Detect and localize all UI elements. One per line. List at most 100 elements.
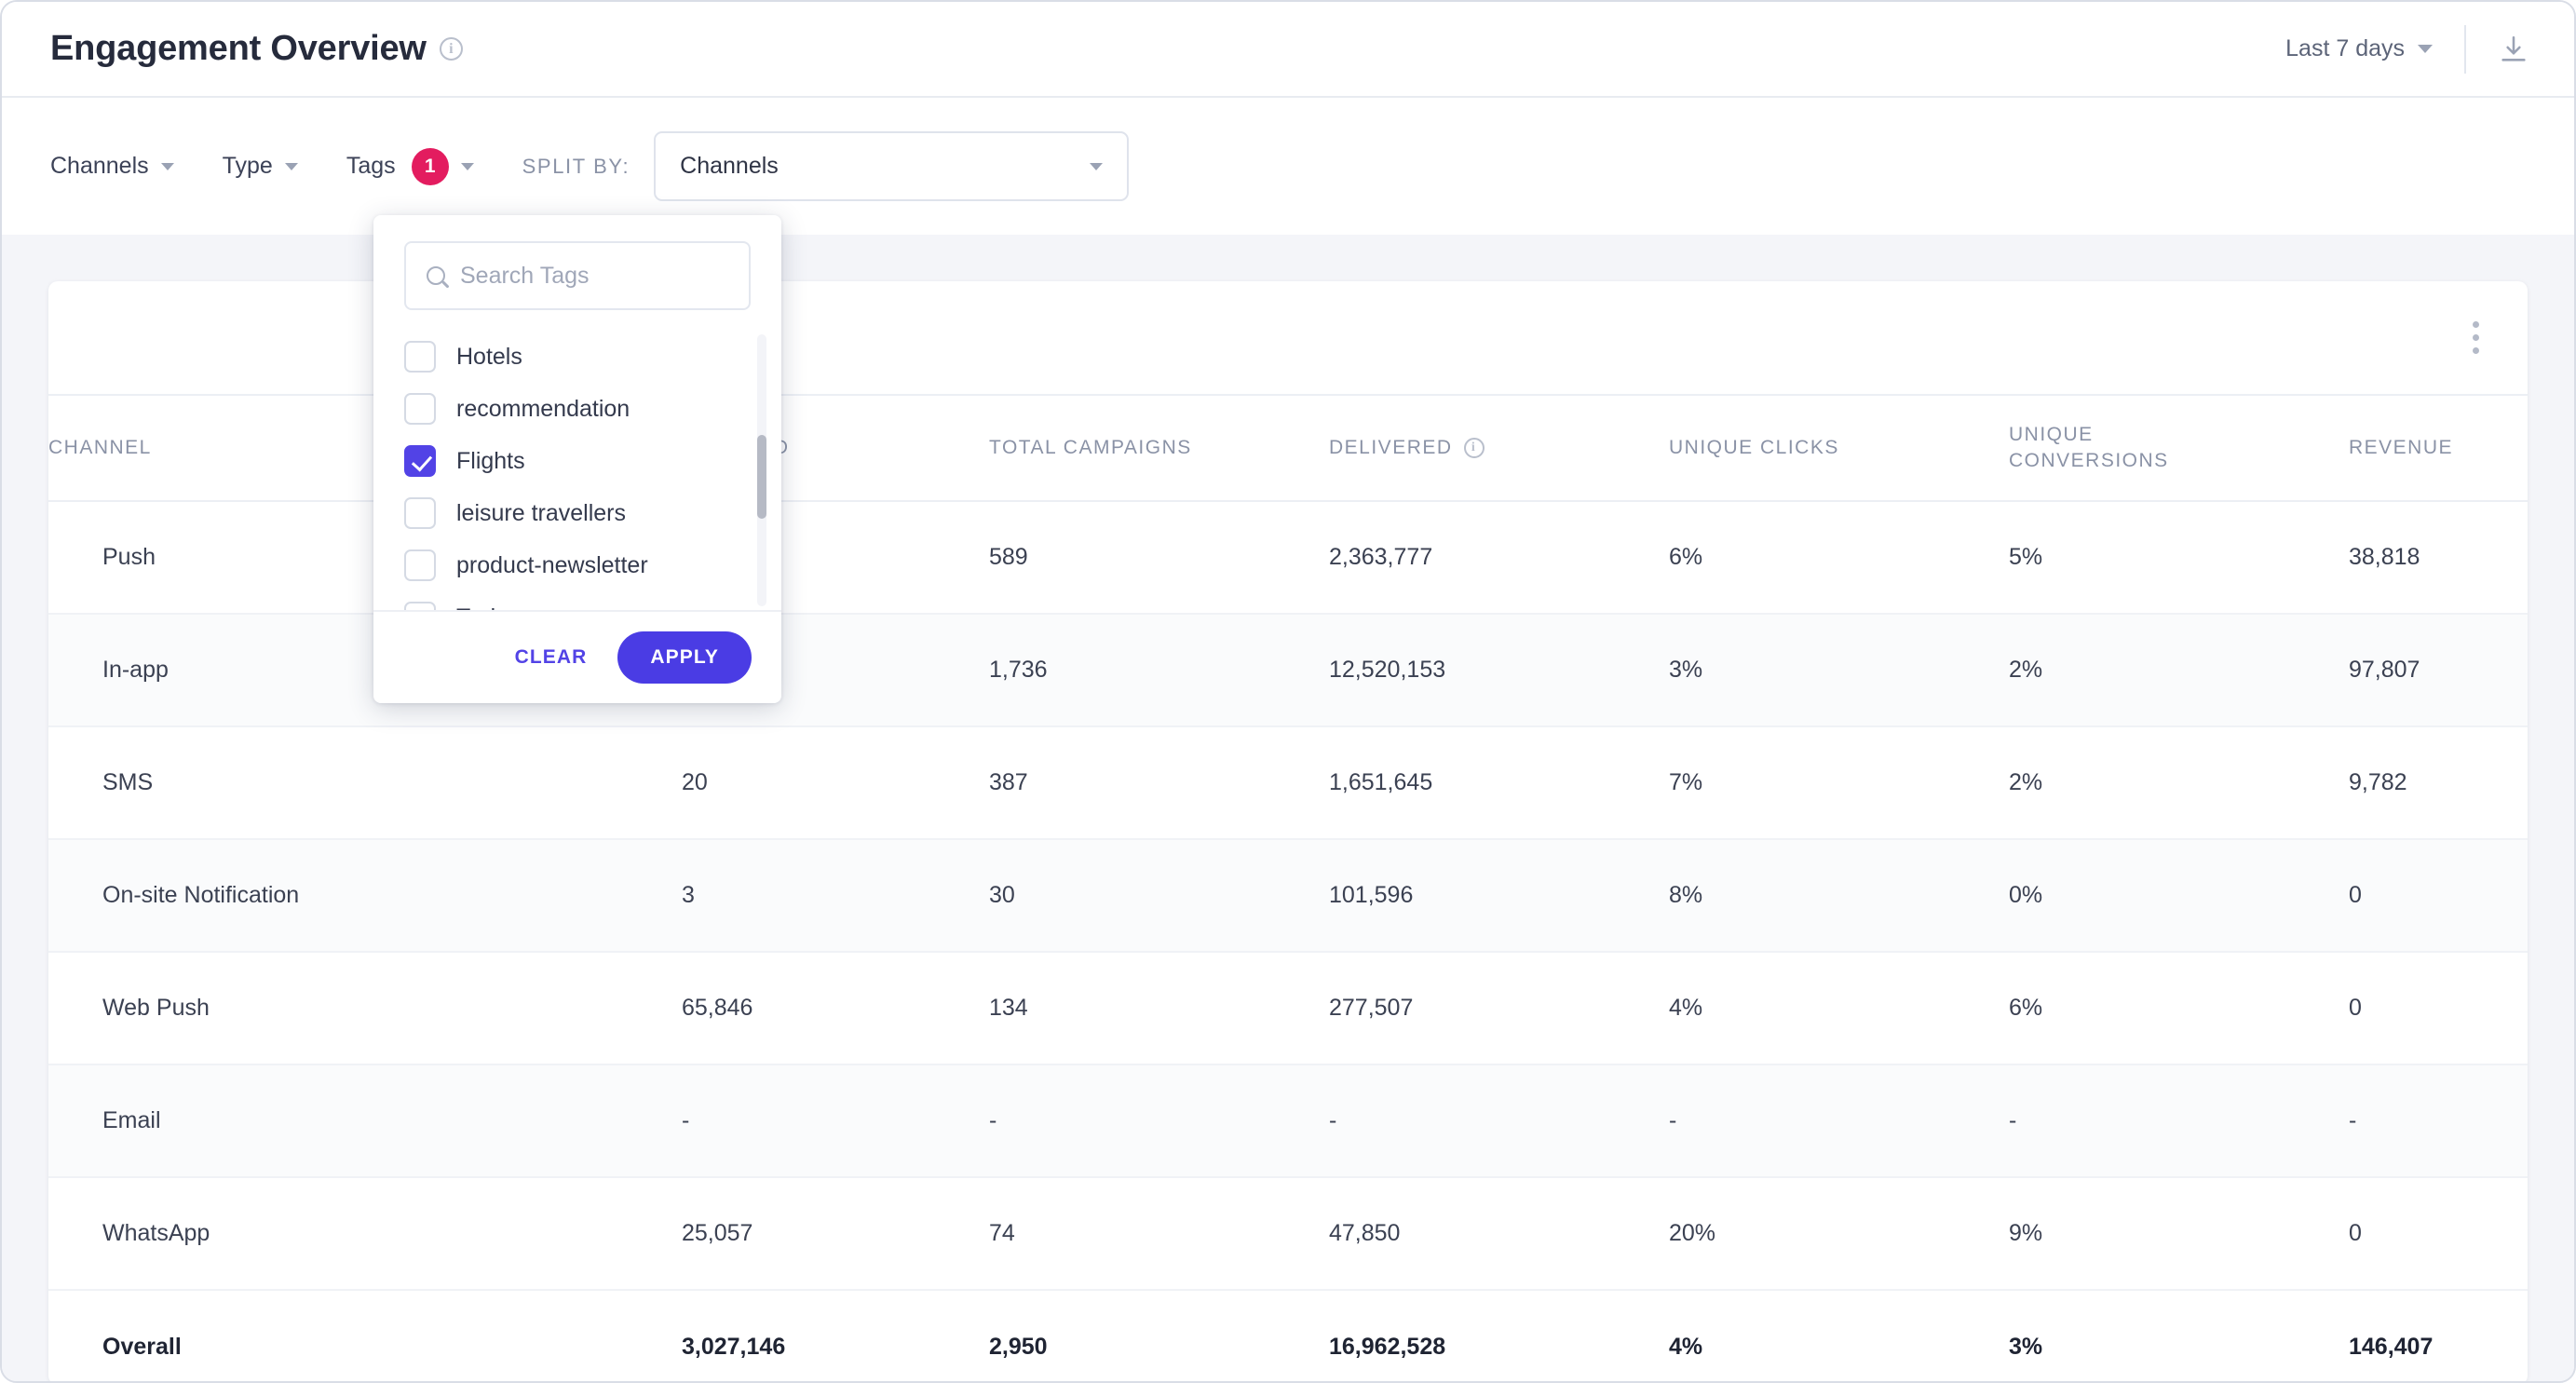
tag-option-leisure-travellers[interactable]: leisure travellers [404,487,781,539]
checkbox-unchecked-icon[interactable] [404,393,436,425]
date-range-selector[interactable]: Last 7 days [2285,35,2464,62]
table-row[interactable]: Web Push 65,846 134 277,507 4% 6% 0 [48,952,2528,1065]
checkbox-unchecked-icon[interactable] [404,549,436,581]
cell-unique-conversions: 0% [2009,839,2349,953]
checkbox-unchecked-icon[interactable] [404,602,436,610]
info-icon[interactable]: i [1463,438,1485,458]
col-header-total-campaigns[interactable]: TOTAL CAMPAIGNS [989,396,1329,502]
chevron-down-icon [2418,45,2433,53]
cell-total-campaigns: - [989,1064,1329,1178]
app-window: Engagement Overview i Last 7 days Channe… [0,0,2576,1383]
cell-revenue: - [2349,1064,2528,1178]
cell-unique-conversions: 5% [2009,501,2349,615]
tags-count-badge: 1 [411,147,449,185]
col-label-total-campaigns: TOTAL CAMPAIGNS [989,437,1192,458]
tag-option-trains[interactable]: Trains [404,591,781,610]
col-header-unique-clicks[interactable]: UNIQUE CLICKS [1669,396,2009,502]
filter-channels-label: Channels [50,153,149,179]
cell-engaged-total: 3,027,146 [682,1333,786,1360]
cell-channel: WhatsApp [48,1177,682,1291]
cell-channel-total: Overall [102,1333,182,1360]
cell-revenue: 0 [2349,839,2528,953]
filter-bar: Channels Type Tags 1 SPLIT BY: Channels [2,98,2574,235]
tags-option-list[interactable]: Hotels recommendation Flights leisure tr… [373,331,781,610]
cell-revenue: 97,807 [2349,614,2528,727]
tag-option-product-newsletter[interactable]: product-newsletter [404,539,781,591]
filter-type-label: Type [222,153,273,179]
checkbox-checked-icon[interactable] [404,445,436,477]
cell-total-campaigns: 30 [989,839,1329,953]
clear-button[interactable]: CLEAR [515,646,588,669]
cell-unique-conversions: 6% [2009,952,2349,1065]
tag-option-label: product-newsletter [456,551,648,578]
table-row[interactable]: SMS 20 387 1,651,645 7% 2% 9,782 [48,726,2528,840]
col-header-unique-conversions[interactable]: UNIQUE CONVERSIONS [2009,396,2349,502]
filter-type[interactable]: Type [223,153,298,180]
cell-delivered: 101,596 [1329,839,1669,953]
chevron-down-icon [284,162,298,170]
split-by-select[interactable]: Channels [654,131,1130,201]
col-label-delivered: DELIVERED [1329,437,1453,458]
cell-unique-clicks: 3% [1669,614,2009,727]
tag-option-hotels[interactable]: Hotels [404,331,781,383]
filter-tags-label: Tags [346,153,396,179]
col-label-unique-clicks: UNIQUE CLICKS [1669,437,1839,458]
chevron-down-icon [460,162,474,170]
tags-search-container: Search Tags [373,215,781,331]
tags-scrollbar-thumb[interactable] [757,435,766,519]
search-icon [427,266,445,285]
cell-unique-conversions-total: 3% [2009,1333,2043,1360]
cell-revenue-total: 146,407 [2349,1333,2434,1360]
tag-option-flights[interactable]: Flights [404,435,781,487]
col-header-revenue[interactable]: REVENUE [2349,396,2528,502]
table-row[interactable]: Email - - - - - - [48,1064,2528,1178]
cell-unique-clicks: 20% [1669,1177,2009,1291]
cell-unique-clicks-total: 4% [1669,1333,1703,1360]
cell-delivered: 2,363,777 [1329,501,1669,615]
cell-unique-clicks: 6% [1669,501,2009,615]
cell-unique-conversions: 2% [2009,614,2349,727]
download-button[interactable] [2466,34,2529,65]
page-header: Engagement Overview i Last 7 days [2,2,2574,98]
tags-search-field[interactable]: Search Tags [404,241,751,310]
info-icon[interactable]: i [439,37,463,61]
tag-option-label: Trains [456,604,521,611]
cell-unique-clicks: - [1669,1064,2009,1178]
filter-tags[interactable]: Tags 1 [346,147,474,185]
cell-engaged: 20 [682,726,989,840]
split-by-label: SPLIT BY: [522,154,630,178]
cell-unique-clicks: 4% [1669,952,2009,1065]
col-header-delivered[interactable]: DELIVERED i [1329,396,1669,502]
tag-option-label: Hotels [456,343,522,370]
checkbox-unchecked-icon[interactable] [404,497,436,529]
cell-engaged: 3 [682,839,989,953]
cell-unique-conversions: 2% [2009,726,2349,840]
cell-unique-conversions: - [2009,1064,2349,1178]
cell-total-campaigns: 387 [989,726,1329,840]
cell-total-campaigns: 1,736 [989,614,1329,727]
checkbox-unchecked-icon[interactable] [404,341,436,373]
cell-channel: SMS [48,726,682,840]
title-group: Engagement Overview i [50,29,463,69]
header-actions: Last 7 days [2285,24,2529,74]
cell-revenue: 0 [2349,952,2528,1065]
cell-channel: On-site Notification [48,839,682,953]
col-label-unique-conversions: UNIQUE CONVERSIONS [2009,423,2169,471]
cell-total-campaigns: 589 [989,501,1329,615]
tags-popover-footer: CLEAR APPLY [373,610,781,703]
table-total-row: Overall 3,027,146 2,950 16,962,528 4% 3%… [48,1290,2528,1381]
search-input-placeholder: Search Tags [460,262,590,289]
apply-button[interactable]: APPLY [617,631,752,684]
download-icon [2501,35,2526,61]
col-label-revenue: REVENUE [2349,437,2454,458]
tag-option-label: recommendation [456,395,630,422]
tags-dropdown-popover: Search Tags Hotels recommendation Flight… [373,215,781,703]
tag-option-recommendation[interactable]: recommendation [404,383,781,435]
cell-engaged: - [682,1064,989,1178]
cell-revenue: 0 [2349,1177,2528,1291]
cell-delivered: 277,507 [1329,952,1669,1065]
table-row[interactable]: On-site Notification 3 30 101,596 8% 0% … [48,839,2528,953]
filter-channels[interactable]: Channels [50,153,174,180]
table-row[interactable]: WhatsApp 25,057 74 47,850 20% 9% 0 [48,1177,2528,1291]
kebab-menu-icon[interactable] [2465,312,2487,363]
